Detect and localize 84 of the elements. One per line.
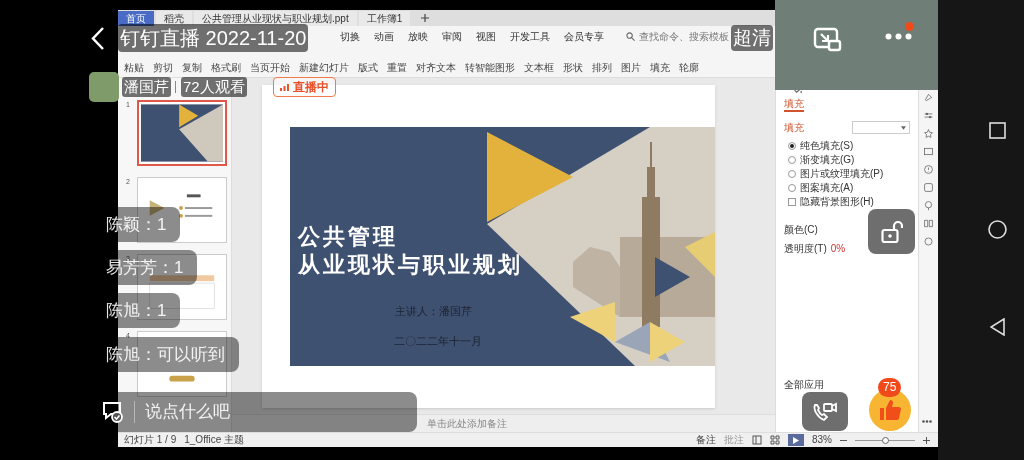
circle-icon[interactable] (923, 236, 934, 247)
caret-icon (901, 125, 906, 130)
thumbs-up-icon (878, 398, 902, 422)
checkbox[interactable] (788, 197, 796, 206)
host-name: 潘国芹 (122, 77, 171, 97)
live-badge: 直播中 (273, 77, 336, 97)
apply-all-button[interactable]: 全部应用 (784, 377, 824, 392)
more-icon[interactable] (922, 420, 932, 423)
ribbon-tab[interactable]: 会员专享 (564, 31, 604, 42)
video-call-button[interactable] (802, 392, 848, 431)
slide-title: 从业现状与职业规划 (298, 251, 523, 279)
plus-icon[interactable] (923, 436, 930, 444)
toolbar-button[interactable]: 形状 (563, 63, 583, 73)
toolbar-button[interactable]: 文本框 (524, 63, 554, 73)
theme-name: 1_Office 主题 (184, 435, 245, 445)
notes-button[interactable]: 备注 (696, 435, 716, 445)
ribbon-tab[interactable]: 开发工具 (510, 31, 550, 42)
more-icon[interactable] (885, 33, 912, 40)
square-icon[interactable] (923, 182, 934, 193)
toolbar-button[interactable]: 轮廓 (679, 63, 699, 73)
slide-title: 公共管理 (298, 223, 399, 251)
pane-tab[interactable]: 填充 (784, 97, 804, 112)
recent-apps-icon[interactable] (989, 122, 1006, 139)
transparency-label: 透明度(T) (784, 242, 827, 256)
toolbar-button[interactable]: 填充 (650, 63, 670, 73)
document-tab[interactable]: 稻壳 (156, 11, 192, 26)
toolbar-button[interactable]: 当页开始 (250, 63, 290, 73)
phone-video-icon (812, 400, 838, 423)
slide-thumbnail[interactable] (137, 100, 227, 166)
avatar-image[interactable] (89, 72, 119, 102)
lock-button[interactable] (868, 209, 915, 254)
quality-button[interactable]: 超清 (731, 25, 773, 51)
radio-option[interactable]: 渐变填充(G) (788, 153, 910, 166)
toolbar-button[interactable]: 复制 (182, 63, 202, 73)
radio-option[interactable]: 图案填充(A) (788, 181, 910, 194)
radio-option[interactable]: 纯色填充(S) (788, 139, 910, 152)
unlock-icon (880, 219, 903, 244)
pin-icon[interactable] (923, 92, 934, 103)
location-icon[interactable] (923, 200, 934, 211)
color-dropdown[interactable] (852, 121, 910, 134)
frame-icon[interactable] (923, 146, 934, 157)
document-tab[interactable]: 工作簿1 (358, 11, 411, 26)
ribbon-tab[interactable]: 放映 (408, 31, 428, 42)
star-icon[interactable] (923, 128, 934, 139)
normal-view-icon[interactable] (752, 435, 762, 445)
toolbar-button[interactable]: 对齐文本 (416, 63, 456, 73)
section-header[interactable]: 填充 (784, 120, 804, 135)
book-icon[interactable] (923, 218, 934, 229)
ribbon-tab[interactable]: 切换 (340, 31, 360, 42)
toolbar-button[interactable]: 排列 (592, 63, 612, 73)
play-button[interactable] (788, 434, 804, 446)
radio-option[interactable]: 图片或纹理填充(P) (788, 167, 910, 180)
checkbox-option[interactable]: 隐藏背景图形(H) (788, 195, 910, 208)
slider-thumb[interactable] (882, 436, 889, 444)
document-tab[interactable]: 首页 (118, 11, 154, 26)
home-icon[interactable] (988, 220, 1007, 239)
toolbar-button[interactable]: 版式 (358, 63, 378, 73)
plus-icon[interactable] (420, 13, 431, 23)
help-icon[interactable] (923, 164, 934, 175)
search-icon (626, 32, 635, 42)
back-icon[interactable] (990, 318, 1005, 336)
ribbon-tab[interactable]: 动画 (374, 31, 394, 42)
comment-input[interactable]: 说点什么吧 (145, 399, 417, 425)
signal-bars-icon (280, 83, 289, 91)
slide-count: 幻灯片 1 / 9 (124, 435, 177, 445)
ribbon-tab[interactable]: 视图 (476, 31, 496, 42)
grid-view-icon[interactable] (770, 435, 780, 445)
toolbar-button[interactable]: 新建幻灯片 (299, 63, 349, 73)
toolbar-button[interactable]: 图片 (621, 63, 641, 73)
toolbar-button[interactable]: 格式刷 (211, 63, 241, 73)
play-icon (793, 436, 799, 444)
viewer-count: 72人观看 (181, 77, 247, 97)
stream-title: 钉钉直播 2022-11-20 (118, 24, 309, 52)
document-tab[interactable]: 公共管理从业现状与职业规划.ppt (194, 11, 357, 26)
zoom-percent: 83% (812, 435, 832, 445)
toolbar-button[interactable]: 粘贴 (124, 63, 144, 73)
ribbon-tab[interactable]: 审阅 (442, 31, 462, 42)
color-label: 颜色(C) (784, 223, 818, 237)
toolbar-button[interactable]: 转智能图形 (465, 63, 515, 73)
sliders-icon[interactable] (923, 110, 934, 121)
toolbar-button[interactable]: 重置 (387, 63, 407, 73)
transparency-value: 0% (830, 242, 846, 256)
minimize-window-icon[interactable] (813, 27, 842, 52)
toolbar-button[interactable]: 剪切 (153, 63, 173, 73)
